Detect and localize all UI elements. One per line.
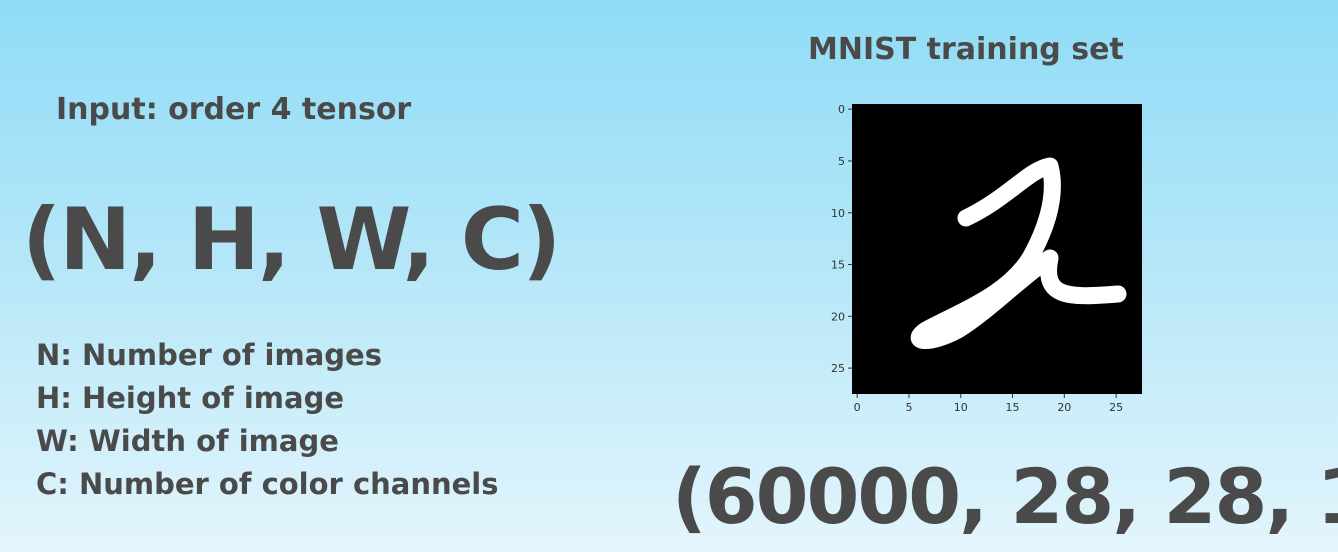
dimension-legend: N: Number of images H: Height of image W… xyxy=(36,334,499,506)
x-tick-label: 0 xyxy=(854,401,861,414)
x-tick-label: 10 xyxy=(954,401,968,414)
x-tick-label: 5 xyxy=(905,401,912,414)
y-tick-label: 25 xyxy=(831,362,845,375)
legend-item-w: W: Width of image xyxy=(36,424,339,458)
y-tick-label: 0 xyxy=(838,103,845,116)
legend-item-c: C: Number of color channels xyxy=(36,467,499,501)
x-tick-label: 15 xyxy=(1006,401,1020,414)
x-tick-label: 20 xyxy=(1057,401,1071,414)
y-tick-label: 15 xyxy=(831,259,845,272)
legend-item-h: H: Height of image xyxy=(36,381,344,415)
mnist-shape-notation: (60000, 28, 28, 1) xyxy=(672,452,1338,541)
tensor-shape-notation: (N, H, W, C) xyxy=(22,190,561,290)
y-tick-label: 10 xyxy=(831,207,845,220)
y-axis-ticks: 0 5 10 15 20 25 xyxy=(831,103,852,375)
y-tick-label: 5 xyxy=(838,155,845,168)
y-tick-label: 20 xyxy=(831,310,845,323)
plot-background xyxy=(852,104,1142,394)
input-heading: Input: order 4 tensor xyxy=(56,92,412,127)
x-axis-ticks: 0 5 10 15 20 25 xyxy=(854,394,1123,414)
legend-item-n: N: Number of images xyxy=(36,338,382,372)
mnist-title: MNIST training set xyxy=(808,32,1124,67)
x-tick-label: 25 xyxy=(1109,401,1123,414)
mnist-digit-plot: 0 5 10 15 20 25 0 5 10 15 20 25 xyxy=(831,103,1142,414)
